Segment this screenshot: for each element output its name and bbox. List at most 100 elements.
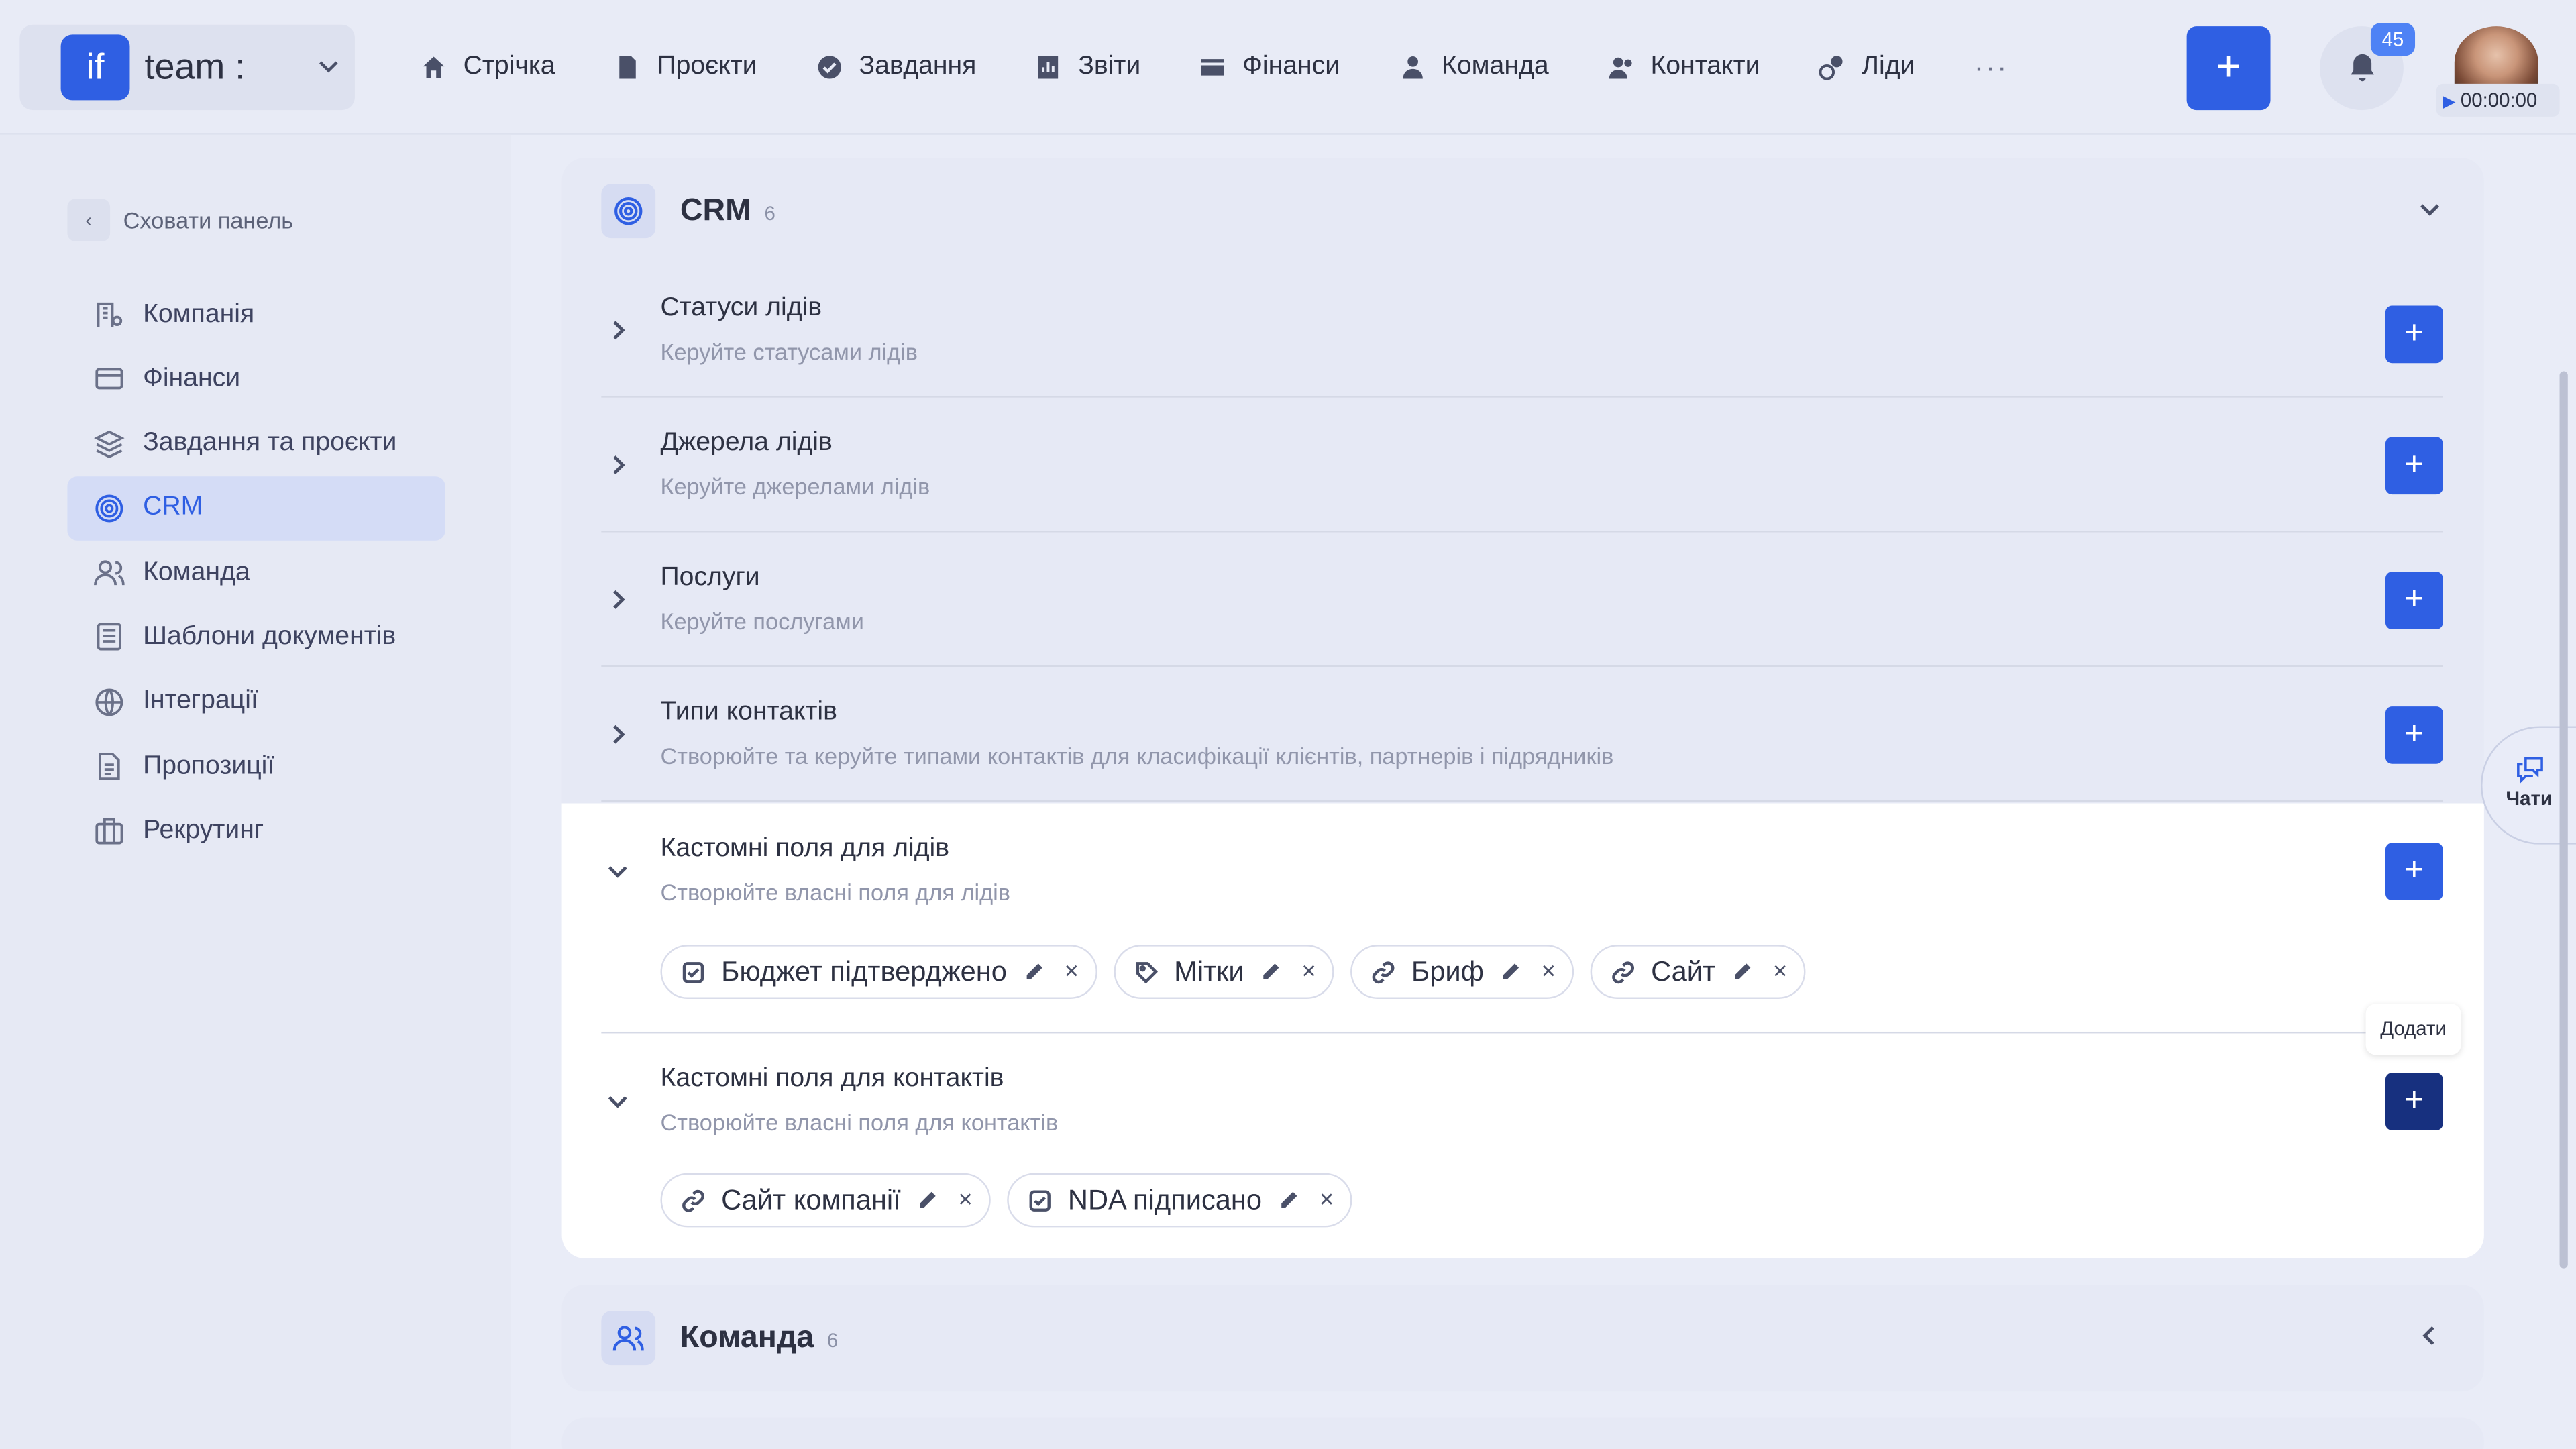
workspace-switcher[interactable]: if team : — [19, 24, 355, 111]
remove-field-button[interactable]: × — [1320, 1186, 1334, 1214]
field-chip-company-site[interactable]: Сайт компанії × — [660, 1173, 991, 1228]
link-icon — [1611, 960, 1651, 983]
sidebar-item-templates[interactable]: Шаблони документів — [67, 605, 445, 669]
chevron-right-icon — [613, 590, 625, 609]
sidebar-item-label: Рекрутинг — [143, 816, 264, 845]
sidebar-item-crm[interactable]: CRM — [67, 476, 445, 541]
sidebar-item-proposals[interactable]: Пропозиції — [67, 735, 445, 799]
sidebar-item-company[interactable]: Компанія — [67, 282, 445, 347]
edit-pencil-icon[interactable] — [1500, 961, 1521, 983]
nav-item-tasks[interactable]: Завдання — [816, 46, 976, 89]
remove-field-button[interactable]: × — [1773, 958, 1787, 986]
remove-field-button[interactable]: × — [958, 1186, 972, 1214]
expand-row-button[interactable] — [606, 723, 629, 746]
section-title: Команда — [680, 1320, 814, 1355]
hide-panel-label: Сховати панель — [123, 207, 294, 233]
sidebar-item-tasks-projects[interactable]: Завдання та проєкти — [67, 412, 445, 476]
settings-row-lead-custom-fields: Кастомні поля для лідів Створюйте власні… — [601, 804, 2443, 1034]
globe-icon — [95, 688, 123, 716]
expand-row-button[interactable] — [606, 319, 629, 341]
edit-pencil-icon[interactable] — [1260, 961, 1282, 983]
create-button[interactable]: + — [2186, 26, 2271, 111]
expand-section-button[interactable] — [2418, 1324, 2441, 1347]
user-icon — [1402, 56, 1422, 79]
briefcase-icon — [95, 818, 123, 845]
team-section-header[interactable]: Команда 6 — [601, 1311, 839, 1366]
field-chip-tags[interactable]: Мітки × — [1113, 945, 1334, 999]
field-chip-nda-signed[interactable]: NDA підписано × — [1007, 1173, 1352, 1228]
expand-row-button[interactable] — [606, 453, 629, 476]
nav-item-team[interactable]: Команда — [1399, 46, 1549, 89]
layers-icon — [94, 429, 125, 458]
nav-label: Проєкти — [657, 52, 757, 81]
sidebar-item-label: Інтеграції — [143, 687, 258, 716]
nav-item-leads[interactable]: Ліди — [1819, 46, 1915, 89]
chip-label: Бюджет підтверджено — [721, 955, 1007, 987]
row-title: Джерела лідів — [660, 429, 833, 457]
remove-field-button[interactable]: × — [1301, 958, 1316, 986]
edit-pencil-icon[interactable] — [1023, 961, 1044, 983]
nav-label: Стрічка — [463, 52, 555, 81]
edit-pencil-icon[interactable] — [1732, 961, 1754, 983]
settings-sidebar: ‹ Сховати панель Компанія Фінанси Завдан… — [0, 134, 511, 1449]
sidebar-item-team[interactable]: Команда — [67, 541, 445, 605]
remove-field-button[interactable]: × — [1542, 958, 1556, 986]
main-content: CRM 6 Статуси лідів Керуйте статусами лі… — [511, 135, 2576, 1449]
hide-panel-button[interactable]: ‹ Сховати панель — [67, 199, 294, 242]
add-tooltip: Додати — [2365, 1004, 2461, 1055]
chevron-left-icon: ‹ — [67, 199, 111, 242]
nav-item-feed[interactable]: Стрічка — [421, 46, 555, 89]
settings-row-services: Послуги Керуйте послугами + — [601, 532, 2443, 667]
document-icon — [619, 56, 636, 79]
collapse-section-button[interactable] — [2418, 197, 2441, 220]
nav-label: Звіти — [1078, 52, 1141, 81]
time-tracker[interactable]: ▶ 00:00:00 — [2436, 83, 2560, 117]
workspace-name: team : — [144, 46, 246, 87]
chevron-left-icon — [2422, 1326, 2434, 1346]
add-service-button[interactable]: + — [2385, 572, 2443, 629]
card-icon — [95, 368, 123, 390]
nav-item-finance[interactable]: Фінанси — [1199, 46, 1340, 89]
row-title: Типи контактів — [660, 698, 837, 727]
field-chip-budget-confirmed[interactable]: Бюджет підтверджено × — [660, 945, 1097, 999]
team-icon — [601, 1311, 656, 1366]
chip-label: Сайт компанії — [721, 1183, 901, 1216]
top-bar: if team : Стрічка Проєкти Завдання Звіти — [0, 0, 2576, 135]
chevron-right-icon — [613, 321, 625, 340]
sidebar-item-label: CRM — [143, 493, 203, 522]
nav-item-projects[interactable]: Проєкти — [614, 46, 757, 89]
add-contact-type-button[interactable]: + — [2385, 706, 2443, 764]
nav-item-reports[interactable]: Звіти — [1036, 46, 1141, 89]
collapse-row-button[interactable] — [606, 859, 629, 882]
brand-logo: if — [60, 34, 130, 101]
section-count: 6 — [826, 1328, 839, 1352]
sidebar-item-integrations[interactable]: Інтеграції — [67, 670, 445, 735]
edit-pencil-icon[interactable] — [917, 1189, 938, 1211]
remove-field-button[interactable]: × — [1065, 958, 1079, 986]
leads-icon — [1819, 56, 1843, 80]
field-chip-brief[interactable]: Бриф × — [1350, 945, 1574, 999]
crm-section-header[interactable]: CRM 6 — [601, 184, 775, 239]
scrollbar[interactable] — [2559, 371, 2568, 1269]
chip-label: Сайт — [1651, 955, 1716, 987]
edit-pencil-icon[interactable] — [1279, 1189, 1300, 1211]
collapse-row-button[interactable] — [606, 1089, 629, 1112]
team-icon — [94, 560, 125, 586]
field-chip-site[interactable]: Сайт × — [1590, 945, 1806, 999]
more-menu-button[interactable]: ··· — [1974, 46, 2008, 89]
nav-label: Фінанси — [1242, 52, 1340, 81]
add-lead-field-button[interactable]: + — [2385, 843, 2443, 901]
row-subtitle: Створюйте власні поля для контактів — [660, 1109, 1059, 1136]
section-count: 6 — [764, 201, 775, 225]
sidebar-item-finance[interactable]: Фінанси — [67, 347, 445, 411]
sidebar-item-recruiting[interactable]: Рекрутинг — [67, 799, 445, 863]
sidebar-item-label: Шаблони документів — [143, 623, 396, 651]
add-lead-status-button[interactable]: + — [2385, 305, 2443, 364]
add-lead-source-button[interactable]: + — [2385, 437, 2443, 495]
row-subtitle: Створюйте власні поля для лідів — [660, 879, 1010, 906]
add-contact-field-button[interactable]: + — [2385, 1073, 2443, 1130]
main-nav: Стрічка Проєкти Завдання Звіти Фінанси К… — [421, 46, 2068, 89]
expand-row-button[interactable] — [606, 588, 629, 611]
team-section: Команда 6 — [561, 1285, 2484, 1392]
nav-item-contacts[interactable]: Контакти — [1608, 46, 1760, 89]
